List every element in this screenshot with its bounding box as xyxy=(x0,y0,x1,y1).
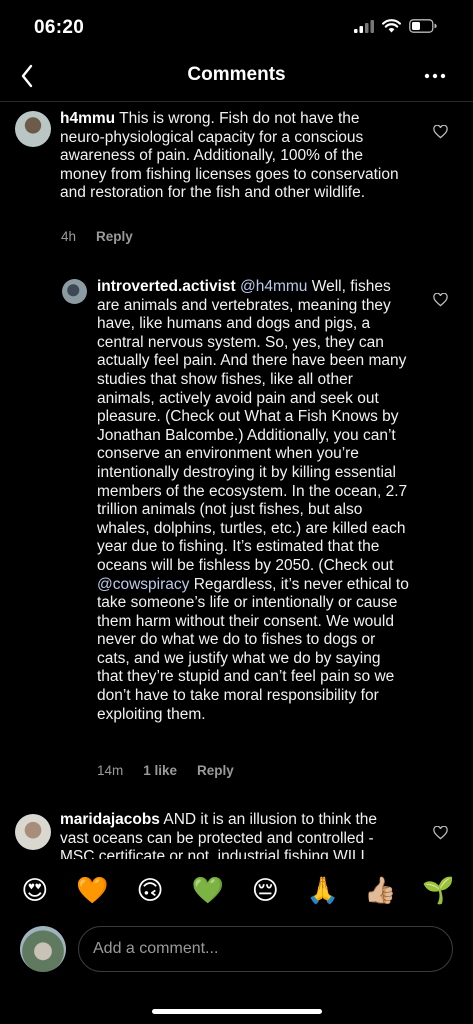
reply-button[interactable]: Reply xyxy=(96,229,133,244)
current-user-avatar[interactable] xyxy=(20,926,66,972)
status-bar: 06:20 xyxy=(0,0,473,56)
pensive-face-emoji-icon[interactable]: 😔 xyxy=(245,875,285,906)
comment-time: 4h xyxy=(61,229,77,244)
comment-username[interactable]: maridajacobs xyxy=(60,811,160,828)
nav-header: Comments xyxy=(0,56,473,100)
comment-username[interactable]: introverted.activist xyxy=(97,278,236,295)
home-indicator[interactable] xyxy=(152,1009,322,1014)
reply-button[interactable]: Reply xyxy=(197,763,234,778)
more-options-icon[interactable] xyxy=(423,66,447,86)
avatar[interactable] xyxy=(62,279,87,304)
wifi-icon xyxy=(382,19,401,33)
comment-username[interactable]: h4mmu xyxy=(60,110,115,127)
like-heart-icon[interactable] xyxy=(433,293,448,307)
folded-hands-emoji-icon[interactable]: 🙏 xyxy=(303,875,343,906)
comment-body: maridajacobs AND it is an illusion to th… xyxy=(60,811,405,859)
comment-body: introverted.activist @h4mmu Well, fishes… xyxy=(97,278,409,724)
avatar[interactable] xyxy=(15,111,51,147)
avatar[interactable] xyxy=(15,814,51,850)
upside-down-face-emoji-icon[interactable]: 🙃 xyxy=(130,875,170,906)
mention-link[interactable]: @cowspiracy xyxy=(97,576,189,593)
heart-eyes-emoji-icon[interactable]: 😍 xyxy=(15,875,55,906)
page-title: Comments xyxy=(187,64,286,85)
add-comment-input[interactable]: Add a comment... xyxy=(78,926,453,972)
status-icons xyxy=(354,19,437,33)
comment-body: h4mmu This is wrong. Fish do not have th… xyxy=(60,110,405,203)
status-time: 06:20 xyxy=(34,17,85,38)
emoji-reaction-bar: 😍 🧡 🙃 💚 😔 🙏 👍🏼 🌱 xyxy=(0,860,473,920)
likes-count[interactable]: 1 like xyxy=(143,763,177,778)
comment-meta: 14m 1 like Reply xyxy=(97,763,234,778)
mention-link[interactable]: @h4mmu xyxy=(240,278,307,295)
thumbs-up-emoji-icon[interactable]: 👍🏼 xyxy=(361,875,401,906)
green-heart-emoji-icon[interactable]: 💚 xyxy=(188,875,228,906)
comment-meta: 4h Reply xyxy=(61,229,133,244)
comments-list[interactable]: h4mmu This is wrong. Fish do not have th… xyxy=(0,102,473,859)
cellular-signal-icon xyxy=(354,19,374,33)
like-heart-icon[interactable] xyxy=(433,826,448,840)
comment-text: Well, fishes are animals and vertebrates… xyxy=(97,278,408,574)
comment-time: 14m xyxy=(97,763,124,778)
seedling-emoji-icon[interactable]: 🌱 xyxy=(418,875,458,906)
orange-heart-emoji-icon[interactable]: 🧡 xyxy=(72,875,112,906)
like-heart-icon[interactable] xyxy=(433,125,448,139)
battery-icon xyxy=(409,19,437,33)
comment-composer: Add a comment... xyxy=(0,924,473,982)
comment-text: Regardless, it’s never ethical to take s… xyxy=(97,575,409,723)
